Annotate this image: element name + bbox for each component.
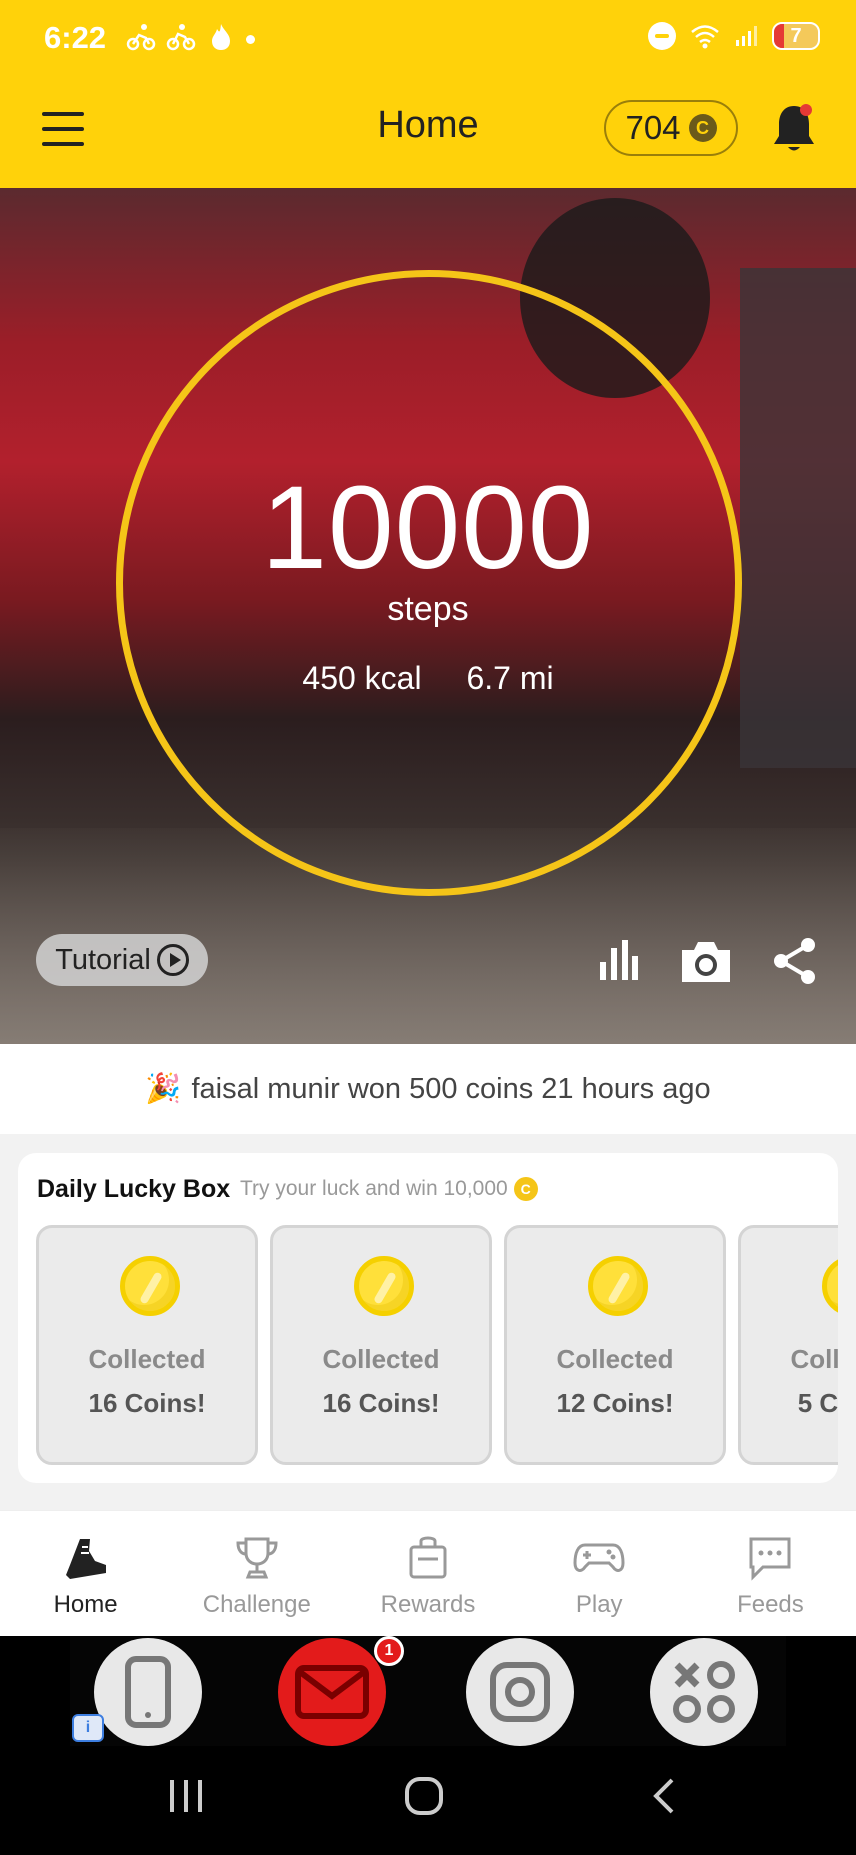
gold-coin-icon xyxy=(120,1256,180,1316)
trophy-icon xyxy=(236,1537,278,1579)
calories-value: 450 kcal xyxy=(302,660,422,696)
nav-item-play[interactable]: Play xyxy=(514,1511,685,1636)
hamburger-menu-icon[interactable] xyxy=(42,112,84,148)
lucky-box-amount: 12 Coins! xyxy=(556,1388,674,1418)
phone-icon xyxy=(125,1656,171,1728)
shopping-bag-icon xyxy=(409,1536,447,1579)
notification-icons xyxy=(126,22,236,52)
cycling-notification-icon xyxy=(126,22,156,52)
back-chevron-icon xyxy=(653,1778,674,1814)
gold-coin-icon xyxy=(588,1256,648,1316)
do-not-disturb-icon xyxy=(648,22,676,50)
lucky-box-amount: 16 Coins! xyxy=(322,1388,440,1418)
gold-coin-icon xyxy=(354,1256,414,1316)
notification-badge xyxy=(800,104,812,116)
coin-icon: C xyxy=(513,1177,538,1201)
gold-coin-icon xyxy=(822,1256,838,1316)
party-popper-icon: 🎉 xyxy=(145,1073,182,1105)
nav-item-challenge[interactable]: Challenge xyxy=(171,1511,342,1636)
sneaker-icon xyxy=(65,1539,106,1579)
home-button[interactable] xyxy=(404,1776,444,1821)
step-counter-hero: 10000 steps 450 kcal 6.7 mi Tutorial xyxy=(0,188,856,1044)
home-circle-icon xyxy=(405,1777,443,1815)
status-time: 6:22 xyxy=(44,20,107,55)
fire-notification-icon xyxy=(206,22,236,52)
ad-phone-button[interactable] xyxy=(94,1638,202,1746)
app-bar: Home 704 C xyxy=(0,82,856,188)
status-bar: 6:22 7 xyxy=(0,0,856,82)
lucky-box-title: Daily Lucky Box xyxy=(37,1175,231,1203)
back-button[interactable] xyxy=(650,1776,678,1821)
nav-label: Rewards xyxy=(380,1591,476,1618)
lucky-box-status: Collected xyxy=(556,1344,674,1374)
ad-apps-button[interactable] xyxy=(650,1638,758,1746)
signal-icon xyxy=(736,26,757,46)
activity-stats: 450 kcal 6.7 mi xyxy=(0,660,856,697)
gamepad-icon xyxy=(573,1543,625,1572)
steps-label: steps xyxy=(387,590,469,628)
ad-mail-button[interactable] xyxy=(278,1638,386,1746)
lucky-box-status: Collected xyxy=(88,1344,206,1374)
battery-level: 7 xyxy=(790,25,802,47)
lucky-box-item[interactable]: Collected 16 Coins! xyxy=(36,1225,258,1465)
instagram-icon xyxy=(490,1662,550,1722)
play-circle-icon xyxy=(156,944,189,976)
lucky-box-item[interactable]: Collected 16 Coins! xyxy=(270,1225,492,1465)
recent-apps-button[interactable] xyxy=(168,1776,204,1821)
winner-announcement: 🎉 faisal munir won 500 coins 21 hours ag… xyxy=(0,1044,856,1134)
nav-item-feeds[interactable]: Feeds xyxy=(685,1511,856,1636)
lucky-box-subtitle-text: Try your luck and win 10,000 xyxy=(240,1177,508,1200)
more-notifications-dot xyxy=(246,35,255,44)
battery-icon: 7 xyxy=(772,22,820,50)
nav-label: Play xyxy=(575,1591,623,1618)
recent-apps-icon xyxy=(170,1780,202,1812)
lucky-box-amount: 5 Coins! xyxy=(797,1388,838,1418)
coin-icon: C xyxy=(688,114,717,142)
coin-balance-button[interactable]: 704 C xyxy=(604,100,738,156)
distance-value: 6.7 mi xyxy=(466,660,554,696)
coin-balance: 704 xyxy=(625,109,681,146)
apps-grid-icon xyxy=(673,1661,735,1723)
lucky-box-amount: 16 Coins! xyxy=(88,1388,206,1418)
lucky-box-status: Collected xyxy=(790,1344,838,1374)
system-icons: 7 xyxy=(648,22,820,50)
chat-icon xyxy=(749,1537,791,1581)
nav-label: Feeds xyxy=(737,1591,804,1618)
nav-item-rewards[interactable]: Rewards xyxy=(342,1511,513,1636)
lucky-box-list: Collected 16 Coins! Collected 16 Coins! … xyxy=(36,1225,838,1465)
tutorial-label: Tutorial xyxy=(55,943,151,976)
bar-chart-icon[interactable] xyxy=(592,936,642,986)
ad-banner xyxy=(0,1636,856,1746)
wifi-icon xyxy=(691,25,719,49)
steps-count: 10000 xyxy=(261,462,595,594)
share-icon[interactable] xyxy=(770,936,820,986)
lucky-box-item[interactable]: Collected 12 Coins! xyxy=(504,1225,726,1465)
ad-instagram-button[interactable] xyxy=(466,1638,574,1746)
cycling-notification-icon xyxy=(166,22,196,52)
lucky-box-item[interactable]: Collected 5 Coins! xyxy=(738,1225,838,1465)
mail-icon xyxy=(295,1665,369,1719)
tutorial-button[interactable]: Tutorial xyxy=(36,934,208,986)
daily-lucky-box-card: Daily Lucky Box Try your luck and win 10… xyxy=(18,1153,838,1483)
lucky-box-status: Collected xyxy=(322,1344,440,1374)
system-navigation-bar xyxy=(0,1746,856,1855)
lucky-box-subtitle: Try your luck and win 10,000 C xyxy=(240,1177,538,1201)
nav-item-home[interactable]: Home xyxy=(0,1511,171,1636)
nav-label: Home xyxy=(53,1591,118,1618)
winner-text: faisal munir won 500 coins 21 hours ago xyxy=(191,1072,711,1105)
camera-icon[interactable] xyxy=(678,936,734,986)
ad-mail-badge: 1 xyxy=(374,1636,404,1666)
nav-label: Challenge xyxy=(202,1591,311,1618)
ad-info-icon[interactable]: i xyxy=(72,1714,104,1742)
bottom-navigation: Home Challenge Rewards Play Feeds xyxy=(0,1510,856,1636)
